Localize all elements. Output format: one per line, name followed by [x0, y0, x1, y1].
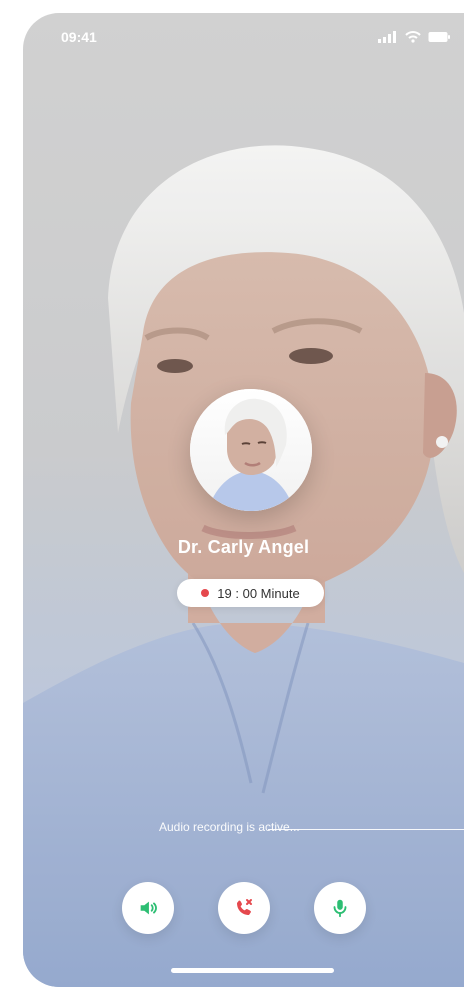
microphone-button[interactable]	[313, 882, 366, 934]
caller-avatar	[190, 389, 312, 511]
status-bar: 09:41	[23, 13, 464, 61]
call-controls	[23, 882, 464, 934]
end-call-icon	[236, 899, 252, 915]
home-indicator[interactable]	[171, 968, 334, 973]
recording-status-text: Audio recording is active...	[159, 820, 300, 834]
call-timer-pill: 19 : 00 Minute	[177, 579, 324, 607]
call-timer-text: 19 : 00 Minute	[217, 585, 300, 601]
battery-icon	[428, 32, 450, 42]
caller-name: Dr. Carly Angel	[177, 537, 310, 557]
speaker-icon	[140, 901, 157, 915]
status-time: 09:41	[61, 29, 97, 45]
recording-dot-icon	[201, 589, 210, 597]
recording-status-line	[268, 829, 464, 830]
avatar-photo	[190, 389, 312, 511]
microphone-icon	[333, 899, 346, 918]
status-icons	[378, 31, 450, 43]
wifi-icon	[405, 31, 421, 43]
speaker-button[interactable]	[121, 882, 174, 934]
call-screen: 09:41 Dr. Carly Angel 19: 00 Minute Aud…	[23, 13, 464, 987]
signal-icon	[378, 31, 396, 43]
end-call-button[interactable]	[217, 882, 270, 934]
